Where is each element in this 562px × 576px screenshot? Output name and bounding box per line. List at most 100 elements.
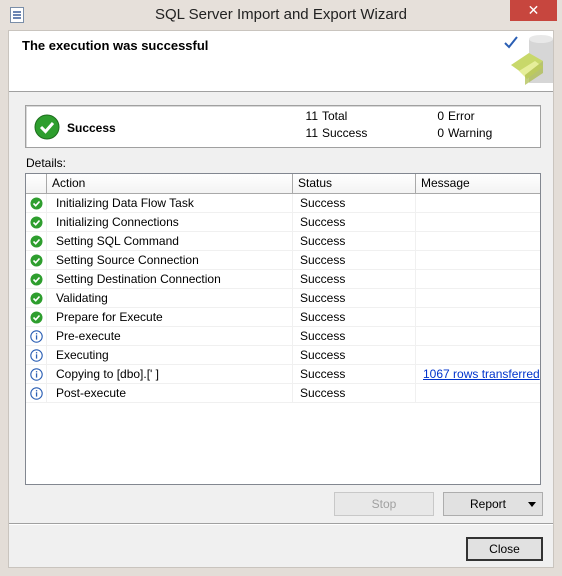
message-cell — [416, 232, 540, 251]
action-cell: Setting Source Connection — [47, 251, 293, 270]
success-icon — [34, 114, 60, 140]
status-cell: Success — [293, 289, 416, 308]
message-cell — [416, 289, 540, 308]
action-cell: Prepare for Execute — [47, 308, 293, 327]
stop-button[interactable]: Stop — [334, 492, 434, 516]
grid-header: Action Status Message — [26, 174, 540, 194]
success-icon — [30, 311, 43, 324]
summary-panel: Success 11 Total 11 Success 0 Error 0 Warnin… — [25, 105, 541, 148]
total-count: 11 — [305, 109, 318, 123]
table-row[interactable]: Post-execute Success — [26, 384, 540, 403]
table-row[interactable]: Executing Success — [26, 346, 540, 365]
status-cell: Success — [293, 327, 416, 346]
icon-column-header[interactable] — [26, 174, 47, 193]
row-icon-cell — [26, 289, 47, 308]
wizard-client-area: The execution was successful Success 11 T… — [8, 30, 554, 568]
action-cell: Executing — [47, 346, 293, 365]
message-link[interactable]: 1067 rows transferred — [423, 367, 540, 381]
success-icon — [30, 216, 43, 229]
success-icon — [30, 235, 43, 248]
status-cell: Success — [293, 194, 416, 213]
success-count: 11 — [305, 126, 318, 140]
message-cell — [416, 384, 540, 403]
wizard-graphic-icon — [504, 35, 553, 85]
close-window-button[interactable]: ✕ — [510, 0, 557, 21]
report-button-label: Report — [469, 497, 507, 511]
message-cell — [416, 194, 540, 213]
action-cell: Post-execute — [47, 384, 293, 403]
table-row[interactable]: Setting Source Connection Success — [26, 251, 540, 270]
action-cell: Validating — [47, 289, 293, 308]
status-cell: Success — [293, 251, 416, 270]
warning-count: 0 — [437, 126, 444, 140]
footer-divider — [9, 523, 553, 524]
report-button[interactable]: Report — [443, 492, 543, 516]
status-cell: Success — [293, 232, 416, 251]
info-icon — [30, 368, 43, 381]
message-cell — [416, 251, 540, 270]
action-cell: Setting SQL Command — [47, 232, 293, 251]
table-row[interactable]: Setting SQL Command Success — [26, 232, 540, 251]
page-title: The execution was successful — [22, 38, 209, 53]
row-icon-cell — [26, 251, 47, 270]
message-cell — [416, 308, 540, 327]
table-row[interactable]: Pre-execute Success — [26, 327, 540, 346]
status-column-header[interactable]: Status — [293, 174, 416, 193]
table-row[interactable]: Copying to [dbo].[' ] Success 1067 rows tr… — [26, 365, 540, 384]
message-cell — [416, 346, 540, 365]
action-column-header[interactable]: Action — [47, 174, 293, 193]
row-icon-cell — [26, 365, 47, 384]
success-icon — [30, 254, 43, 267]
error-stat: 0 Error — [430, 109, 475, 123]
success-icon — [30, 292, 43, 305]
details-grid[interactable]: Action Status Message Initializing Data … — [25, 173, 541, 485]
row-icon-cell — [26, 346, 47, 365]
window-title: SQL Server Import and Export Wizard — [154, 6, 408, 23]
action-cell: Setting Destination Connection — [47, 270, 293, 289]
wizard-window: SQL Server Import and Export Wizard ✕ Th… — [0, 0, 562, 576]
action-cell: Initializing Connections — [47, 213, 293, 232]
error-label: Error — [448, 109, 475, 123]
action-cell: Initializing Data Flow Task — [47, 194, 293, 213]
status-cell: Success — [293, 384, 416, 403]
message-cell — [416, 213, 540, 232]
row-icon-cell — [26, 270, 47, 289]
row-icon-cell — [26, 327, 47, 346]
row-icon-cell — [26, 384, 47, 403]
info-icon — [30, 387, 43, 400]
table-row[interactable]: Initializing Connections Success — [26, 213, 540, 232]
success-label: Success — [322, 126, 368, 140]
error-count: 0 — [437, 109, 444, 123]
summary-status: Success — [67, 121, 116, 135]
dropdown-arrow-icon — [528, 502, 536, 507]
table-row[interactable]: Initializing Data Flow Task Success — [26, 194, 540, 213]
status-cell: Success — [293, 270, 416, 289]
table-row[interactable]: Setting Destination Connection Success — [26, 270, 540, 289]
info-icon — [30, 330, 43, 343]
action-cell: Pre-execute — [47, 327, 293, 346]
message-cell — [416, 327, 540, 346]
warning-stat: 0 Warning — [430, 126, 492, 140]
status-cell: Success — [293, 213, 416, 232]
close-button[interactable]: Close — [466, 537, 543, 561]
message-cell: 1067 rows transferred — [416, 365, 540, 384]
wizard-header: The execution was successful — [9, 31, 553, 92]
message-column-header[interactable]: Message — [416, 174, 540, 193]
message-cell — [416, 270, 540, 289]
status-cell: Success — [293, 308, 416, 327]
details-label: Details: — [26, 156, 67, 170]
row-icon-cell — [26, 213, 47, 232]
success-icon — [30, 197, 43, 210]
action-cell: Copying to [dbo].[' ] — [47, 365, 293, 384]
total-stat: 11 Total — [304, 109, 348, 123]
status-cell: Success — [293, 346, 416, 365]
success-stat: 11 Success — [304, 126, 368, 140]
status-cell: Success — [293, 365, 416, 384]
info-icon — [30, 349, 43, 362]
row-icon-cell — [26, 308, 47, 327]
warning-label: Warning — [448, 126, 493, 140]
table-row[interactable]: Prepare for Execute Success — [26, 308, 540, 327]
table-row[interactable]: Validating Success — [26, 289, 540, 308]
row-icon-cell — [26, 232, 47, 251]
row-icon-cell — [26, 194, 47, 213]
